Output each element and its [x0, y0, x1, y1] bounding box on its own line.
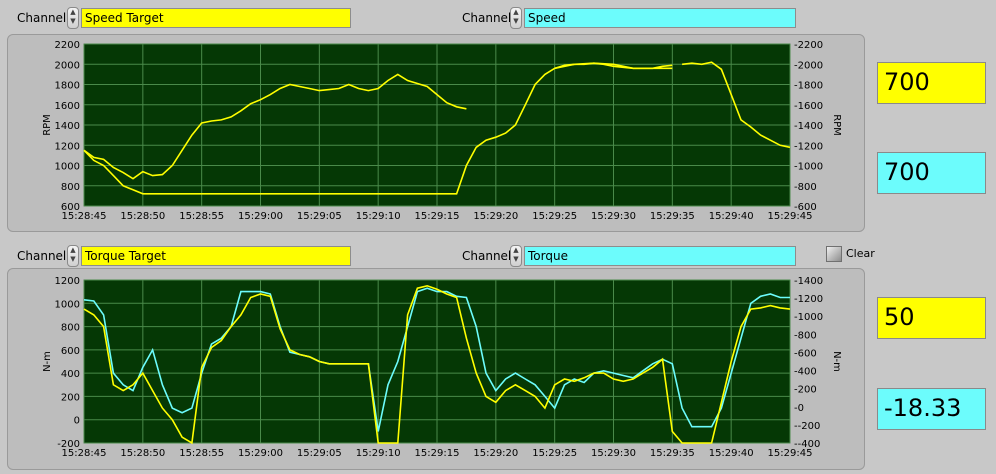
bottom-channel-stepper-right[interactable]: ▲ ▼ [510, 245, 522, 267]
x-tick-label: 15:29:00 [238, 448, 283, 459]
bottom-channel-select-right[interactable]: Torque [524, 246, 796, 266]
torque-chart: -200020040060080010001200--400--200-0-20… [42, 276, 842, 459]
x-tick-label: 15:29:35 [650, 211, 695, 222]
x-tick-label: 15:28:55 [179, 211, 224, 222]
y2-tick-label: -1400 [794, 276, 823, 287]
x-tick-label: 15:29:45 [768, 448, 813, 459]
y-tick-label: 2200 [55, 40, 80, 51]
y-tick-label: 1000 [55, 162, 80, 173]
speed-chart: 6008001000120014001600180020002200-600-8… [42, 40, 842, 222]
y2-tick-label: -600 [794, 348, 817, 359]
y-tick-label: 0 [74, 416, 80, 427]
y2-tick-label: -1000 [794, 162, 823, 173]
x-tick-label: 15:28:45 [62, 211, 107, 222]
y2-tick-label: --200 [794, 421, 820, 432]
y2-tick-label: -1800 [794, 81, 823, 92]
x-tick-label: 15:29:25 [532, 448, 577, 459]
y2-tick-label: -1000 [794, 312, 823, 323]
y2-axis-title: RPM [831, 114, 842, 136]
x-tick-label: 15:29:25 [532, 211, 577, 222]
clear-checkbox-icon [826, 246, 842, 262]
y2-axis-title: N-m [831, 351, 842, 372]
x-tick-label: 15:29:35 [650, 448, 695, 459]
y2-tick-label: -0 [794, 403, 804, 414]
top-channel-stepper-right[interactable]: ▲ ▼ [510, 7, 522, 29]
top-channel-label-left: Channel [17, 11, 67, 25]
y-tick-label: 600 [61, 346, 80, 357]
speed-target-indicator: 700 [877, 62, 986, 104]
x-tick-label: 15:28:55 [179, 448, 224, 459]
bottom-channel-stepper-left[interactable]: ▲ ▼ [67, 245, 79, 267]
y2-tick-label: -2200 [794, 40, 823, 51]
x-tick-label: 15:29:20 [473, 448, 518, 459]
bottom-channel-label-left: Channel [17, 249, 67, 263]
clear-button[interactable]: Clear [826, 245, 876, 263]
y-tick-label: 1200 [55, 141, 80, 152]
y2-tick-label: -1200 [794, 294, 823, 305]
x-tick-label: 15:28:45 [62, 448, 107, 459]
y-tick-label: 400 [61, 369, 80, 380]
y-tick-label: 800 [61, 182, 80, 193]
speed-indicator: 700 [877, 152, 986, 194]
top-channel-select-left[interactable]: Speed Target [81, 8, 351, 28]
y2-tick-label: -1400 [794, 121, 823, 132]
x-tick-label: 15:29:15 [415, 211, 460, 222]
y2-tick-label: -400 [794, 367, 817, 378]
y-tick-label: 1000 [55, 299, 80, 310]
x-tick-label: 15:29:40 [709, 211, 754, 222]
x-tick-label: 15:29:00 [238, 211, 283, 222]
y2-tick-label: -800 [794, 330, 817, 341]
x-tick-label: 15:29:30 [591, 211, 636, 222]
y-tick-label: 1200 [55, 276, 80, 287]
x-tick-label: 15:29:10 [356, 211, 401, 222]
y-axis-title: N-m [42, 351, 53, 372]
y-tick-label: 1600 [55, 101, 80, 112]
torque-indicator: -18.33 [877, 388, 986, 430]
top-channel-label-right: Channel [462, 11, 512, 25]
y2-tick-label: -800 [794, 182, 817, 193]
clear-label: Clear [846, 247, 875, 260]
x-tick-label: 15:28:50 [120, 448, 165, 459]
x-tick-label: 15:29:05 [297, 448, 342, 459]
x-tick-label: 15:29:05 [297, 211, 342, 222]
y-tick-label: 800 [61, 323, 80, 334]
x-tick-label: 15:28:50 [120, 211, 165, 222]
y2-tick-label: -2000 [794, 60, 823, 71]
x-tick-label: 15:29:40 [709, 448, 754, 459]
x-tick-label: 15:29:15 [415, 448, 460, 459]
top-channel-select-right[interactable]: Speed [524, 8, 796, 28]
x-tick-label: 15:29:30 [591, 448, 636, 459]
y2-tick-label: -1200 [794, 141, 823, 152]
y2-tick-label: -200 [794, 385, 817, 396]
bottom-channel-label-right: Channel [462, 249, 512, 263]
y-tick-label: 2000 [55, 60, 80, 71]
x-tick-label: 15:29:20 [473, 211, 518, 222]
y2-tick-label: -1600 [794, 101, 823, 112]
torque-target-indicator: 50 [877, 297, 986, 339]
y-tick-label: 1400 [55, 121, 80, 132]
bottom-channel-select-left[interactable]: Torque Target [81, 246, 351, 266]
y-tick-label: 1800 [55, 81, 80, 92]
x-tick-label: 15:29:10 [356, 448, 401, 459]
y-axis-title: RPM [42, 114, 53, 136]
top-channel-stepper-left[interactable]: ▲ ▼ [67, 7, 79, 29]
y-tick-label: 200 [61, 392, 80, 403]
x-tick-label: 15:29:45 [768, 211, 813, 222]
